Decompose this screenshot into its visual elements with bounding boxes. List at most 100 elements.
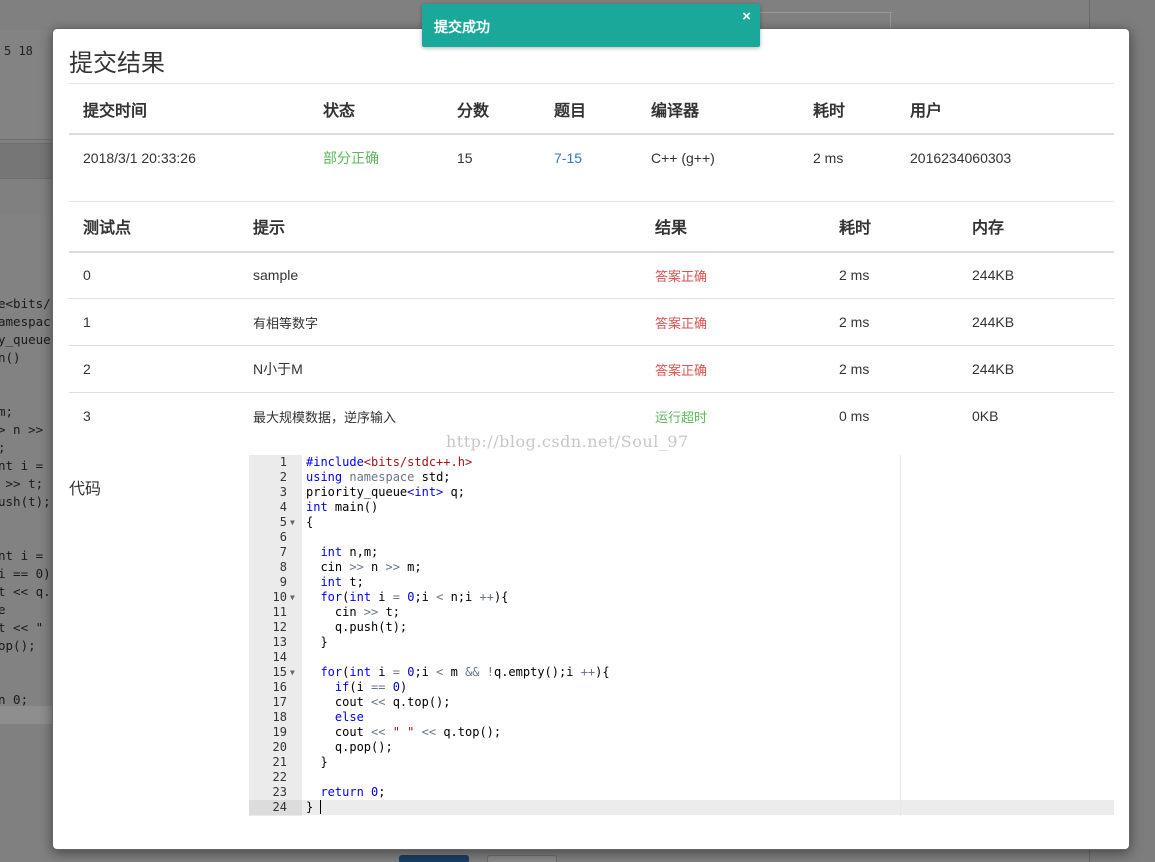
background-toolbar-strip — [0, 143, 60, 179]
line-number: 6 — [279, 530, 287, 544]
code-line: 16 if(i == 0) — [249, 680, 1114, 695]
submission-summary-table: 提交时间 状态 分数 题目 编译器 耗时 用户 2018/3/1 20:33:2… — [69, 84, 1114, 181]
status-badge: 部分正确 — [323, 150, 379, 166]
background-code-line: i == 0) — [0, 566, 51, 581]
case-id: 0 — [69, 251, 239, 299]
background-code-line: e<bits/ — [0, 296, 51, 311]
duration: 2 ms — [813, 150, 844, 166]
case-memory: 244KB — [958, 345, 1114, 393]
code-text: q.pop(); — [306, 740, 393, 754]
close-icon[interactable]: × — [742, 8, 751, 25]
case-time: 2 ms — [825, 345, 958, 393]
code-line: 23 return 0; — [249, 785, 1114, 800]
code-text: cout << " " << q.top(); — [306, 725, 502, 739]
table-row: 0 sample 答案正确 2 ms 244KB — [69, 251, 1114, 299]
background-code-line — [0, 385, 51, 403]
code-line: 2 using namespace std; — [249, 470, 1114, 485]
header-duration: 耗时 — [799, 84, 896, 135]
line-number: 9 — [279, 575, 287, 589]
code-text: cin >> n >> m; — [306, 560, 422, 574]
code-line: 12 q.push(t); — [249, 620, 1114, 635]
code-text: } — [306, 635, 328, 649]
background-code-line — [0, 529, 51, 547]
background-code-line: y_queue — [0, 332, 51, 347]
user-id: 2016234060303 — [910, 150, 1012, 166]
line-number: 2 — [279, 470, 287, 484]
modal-title: 提交结果 — [69, 50, 165, 77]
background-code-line: >> t; — [0, 476, 44, 491]
code-line: 24} — [249, 800, 1114, 815]
fold-arrow-icon[interactable]: ▼ — [290, 515, 295, 530]
code-text: cout << q.top(); — [306, 695, 451, 709]
header-case-time: 耗时 — [825, 201, 958, 253]
background-code-line: nt i = — [0, 548, 44, 563]
code-text: int main() — [306, 500, 379, 514]
case-time: 2 ms — [825, 251, 958, 299]
background-code-line: t << " — [0, 620, 44, 635]
problem-link[interactable]: 7-15 — [540, 134, 637, 181]
code-text: int t; — [320, 575, 364, 589]
code-text: } — [306, 755, 328, 769]
background-code-line: amespac — [0, 314, 51, 329]
background-number: 5 18 — [4, 44, 33, 58]
submit-time: 2018/3/1 20:33:26 — [83, 150, 196, 166]
case-memory: 244KB — [958, 298, 1114, 346]
code-line: 4 int main() — [249, 500, 1114, 515]
background-code-line: nt i = — [0, 458, 44, 473]
code-line: 20 q.pop(); — [249, 740, 1114, 755]
code-text: { — [306, 515, 314, 529]
line-number: 23 — [272, 785, 287, 799]
code-line: 1 #include<bits/stdc++.h> — [249, 455, 1114, 470]
background-secondary-button — [487, 855, 557, 862]
fold-arrow-icon[interactable]: ▼ — [290, 590, 295, 605]
summary-header-row: 提交时间 状态 分数 题目 编译器 耗时 用户 — [69, 84, 1114, 135]
summary-row: 2018/3/1 20:33:26 部分正确 15 7-15 C++ (g++)… — [69, 134, 1114, 181]
fold-arrow-icon[interactable]: ▼ — [290, 665, 295, 680]
case-id: 2 — [69, 345, 239, 393]
submission-result-modal: 提交结果 提交时间 状态 分数 题目 编译器 耗时 用户 2018/3/1 20… — [52, 28, 1130, 850]
code-text: using namespace std; — [306, 470, 451, 484]
code-line: 19 cout << " " << q.top(); — [249, 725, 1114, 740]
line-number: 14 — [272, 650, 287, 664]
background-code-line: e — [0, 602, 6, 617]
case-time: 2 ms — [825, 298, 958, 346]
case-result: 答案正确 — [641, 251, 825, 299]
line-number: 15 — [272, 665, 287, 679]
background-code: e<bits/amespacy_queuen() m;> n >>;nt i =… — [0, 295, 51, 709]
code-text: for(int i = 0;i < n;i ++){ — [320, 590, 509, 604]
background-code-line — [0, 655, 51, 673]
code-text: int n,m; — [320, 545, 379, 559]
background-code-line: n() — [0, 350, 21, 365]
background-code-line — [0, 673, 51, 691]
line-number: 18 — [272, 710, 287, 724]
code-text: } — [306, 800, 322, 814]
case-memory: 0KB — [972, 408, 999, 425]
background-code-line: ush(t); — [0, 494, 51, 509]
code-text: q.push(t); — [306, 620, 408, 634]
line-number: 4 — [279, 500, 287, 514]
test-cases-table: 测试点 提示 结果 耗时 内存 0 sample 答案正确 2 ms 244KB… — [69, 201, 1114, 440]
header-result: 结果 — [641, 201, 825, 253]
line-number: 5 — [279, 515, 287, 529]
case-result: 答案正确 — [641, 345, 825, 393]
success-toast: 提交成功 × — [422, 4, 760, 47]
background-code-line: > n >> — [0, 422, 44, 437]
header-compiler: 编译器 — [637, 84, 799, 135]
code-line: 18 else — [249, 710, 1114, 725]
line-number: 24 — [272, 800, 287, 814]
code-line: 5 ▼ { — [249, 515, 1114, 530]
background-code-line: n 0; — [0, 692, 29, 707]
code-lines[interactable]: 1 #include<bits/stdc++.h> 2 using namespac… — [249, 455, 1114, 815]
table-row: 2 N小于M 答案正确 2 ms 244KB — [69, 345, 1114, 393]
code-line: 21 } — [249, 755, 1114, 770]
line-number: 11 — [272, 605, 287, 619]
code-text: else — [334, 710, 364, 724]
line-number: 17 — [272, 695, 287, 709]
code-editor[interactable]: 1 #include<bits/stdc++.h> 2 using namespac… — [249, 455, 1114, 816]
code-line: 13 } — [249, 635, 1114, 650]
background-code-line — [0, 367, 51, 385]
case-time: 0 ms — [839, 408, 870, 425]
header-problem: 题目 — [540, 84, 637, 135]
code-text: priority_queue<int> q; — [306, 485, 465, 499]
code-line: 9 int t; — [249, 575, 1114, 590]
